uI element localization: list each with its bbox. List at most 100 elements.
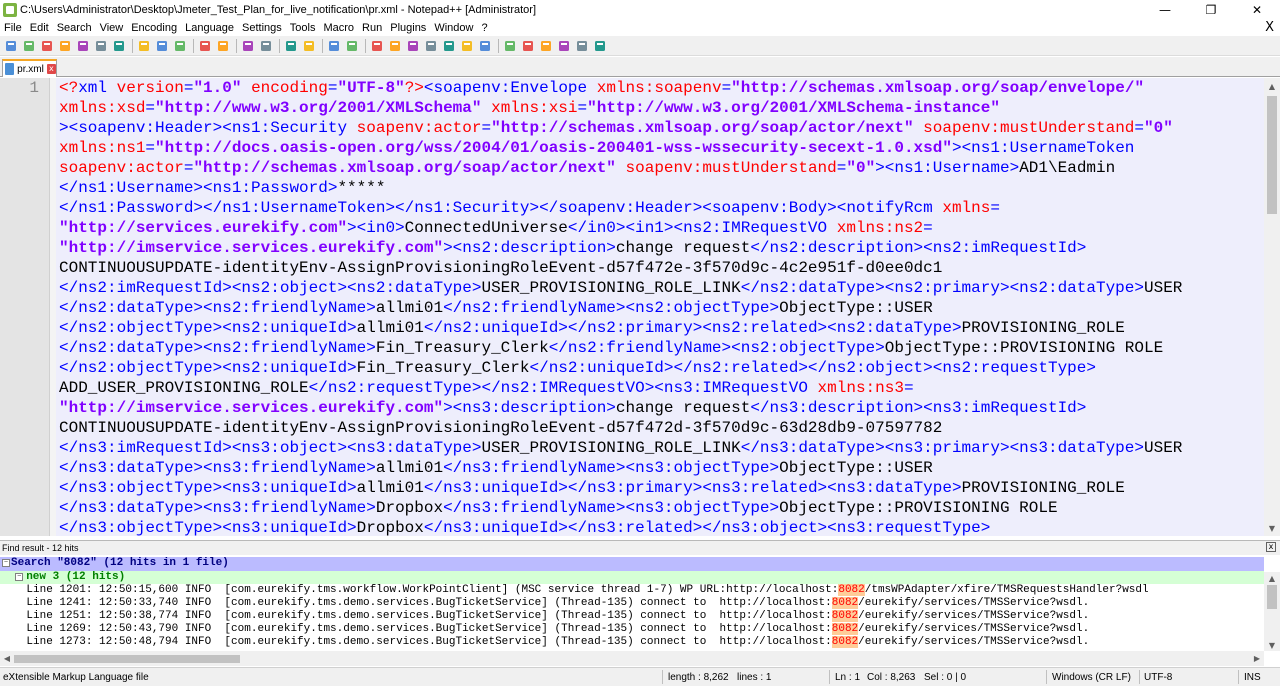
save-icon[interactable] xyxy=(39,38,55,54)
code-line[interactable]: </ns3:dataType><ns3:friendlyName>Dropbox… xyxy=(59,498,1259,518)
run-macro-multiple-icon[interactable] xyxy=(574,38,590,54)
menu-view[interactable]: View xyxy=(96,22,128,34)
collapse-icon[interactable]: − xyxy=(2,559,10,567)
code-line[interactable]: CONTINUOUSUPDATE-identityEnv-AssignProvi… xyxy=(59,258,1259,278)
new-file-icon[interactable] xyxy=(3,38,19,54)
menu-window[interactable]: Window xyxy=(430,22,477,34)
copy-icon[interactable] xyxy=(154,38,170,54)
minimize-button[interactable]: — xyxy=(1142,0,1188,19)
code-line[interactable]: "http://imservice.services.eurekify.com"… xyxy=(59,398,1259,418)
tab-close-icon[interactable]: x xyxy=(46,64,56,74)
menu-edit[interactable]: Edit xyxy=(26,22,53,34)
tab-pr-xml[interactable]: pr.xml x xyxy=(2,59,57,77)
menu-language[interactable]: Language xyxy=(181,22,238,34)
cut-icon[interactable] xyxy=(136,38,152,54)
monitor-icon[interactable] xyxy=(502,38,518,54)
code-line[interactable]: </ns3:imRequestId><ns3:object><ns3:dataT… xyxy=(59,438,1259,458)
indent-guide-icon[interactable] xyxy=(405,38,421,54)
status-eol[interactable]: Windows (CR LF) xyxy=(1052,672,1131,683)
file-summary-row[interactable]: − new 3 (12 hits) xyxy=(0,571,1264,584)
status-encoding[interactable]: UTF-8 xyxy=(1144,672,1172,683)
code-line[interactable]: </ns2:dataType><ns2:friendlyName>allmi01… xyxy=(59,298,1259,318)
open-file-icon[interactable] xyxy=(21,38,37,54)
code-line[interactable]: ADD_USER_PROVISIONING_ROLE</ns2:requestT… xyxy=(59,378,1259,398)
menu-help[interactable]: ? xyxy=(477,22,491,34)
close-document-button[interactable]: X xyxy=(1265,20,1274,35)
editor-vertical-scrollbar[interactable]: ▲ ▼ xyxy=(1264,78,1280,536)
record-macro-icon[interactable] xyxy=(520,38,536,54)
code-line[interactable]: </ns3:objectType><ns3:uniqueId>Dropbox</… xyxy=(59,518,1259,536)
menu-tools[interactable]: Tools xyxy=(286,22,320,34)
close-icon[interactable] xyxy=(75,38,91,54)
menu-macro[interactable]: Macro xyxy=(319,22,358,34)
menu-settings[interactable]: Settings xyxy=(238,22,286,34)
fold-margin[interactable] xyxy=(50,78,56,536)
find-results-close-icon[interactable]: x xyxy=(1266,542,1276,552)
code-line[interactable]: xmlns:ns1="http://docs.oasis-open.org/ws… xyxy=(59,138,1259,158)
stop-record-icon[interactable] xyxy=(538,38,554,54)
search-summary-row[interactable]: − Search "8082" (12 hits in 1 file) xyxy=(0,557,1264,571)
results-horizontal-scrollbar[interactable]: ◀ ▶ xyxy=(0,651,1264,666)
scroll-up-icon[interactable]: ▲ xyxy=(1264,78,1280,94)
function-list-icon[interactable] xyxy=(459,38,475,54)
redo-icon[interactable] xyxy=(215,38,231,54)
replace-icon[interactable] xyxy=(258,38,274,54)
menu-search[interactable]: Search xyxy=(53,22,96,34)
code-line[interactable]: <?xml version="1.0" encoding="UTF-8"?><s… xyxy=(59,78,1259,98)
code-line[interactable]: </ns2:objectType><ns2:uniqueId>allmi01</… xyxy=(59,318,1259,338)
find-hit-row[interactable]: Line 1201: 12:50:15,600 INFO [com.eureki… xyxy=(0,584,1264,597)
code-text[interactable]: <?xml version="1.0" encoding="UTF-8"?><s… xyxy=(59,78,1259,536)
code-line[interactable]: </ns2:imRequestId><ns2:object><ns2:dataT… xyxy=(59,278,1259,298)
doc-map-icon[interactable] xyxy=(441,38,457,54)
find-hit-row[interactable]: Line 1273: 12:50:48,794 INFO [com.eureki… xyxy=(0,636,1264,649)
sync-vertical-icon[interactable] xyxy=(326,38,342,54)
scroll-right-icon[interactable]: ▶ xyxy=(1250,651,1264,666)
close-window-button[interactable]: ✕ xyxy=(1234,0,1280,19)
status-mode[interactable]: INS xyxy=(1244,672,1261,683)
folder-workspace-icon[interactable] xyxy=(477,38,493,54)
scroll-up-icon[interactable]: ▲ xyxy=(1264,572,1280,584)
code-line[interactable]: </ns2:dataType><ns2:friendlyName>Fin_Tre… xyxy=(59,338,1259,358)
word-wrap-icon[interactable] xyxy=(369,38,385,54)
udl-icon[interactable] xyxy=(423,38,439,54)
menu-file[interactable]: File xyxy=(0,22,26,34)
results-vertical-scrollbar[interactable]: ▲ ▼ xyxy=(1264,572,1280,651)
scroll-thumb[interactable] xyxy=(1267,585,1277,609)
play-macro-icon[interactable] xyxy=(556,38,572,54)
undo-icon[interactable] xyxy=(197,38,213,54)
zoom-out-icon[interactable] xyxy=(301,38,317,54)
scroll-thumb[interactable] xyxy=(14,655,240,663)
code-line[interactable]: "http://imservice.services.eurekify.com"… xyxy=(59,238,1259,258)
code-line[interactable]: </ns3:objectType><ns3:uniqueId>allmi01</… xyxy=(59,478,1259,498)
editor-area[interactable]: 1 <?xml version="1.0" encoding="UTF-8"?>… xyxy=(0,78,1264,536)
menu-encoding[interactable]: Encoding xyxy=(127,22,181,34)
close-all-icon[interactable] xyxy=(93,38,109,54)
save-macro-icon[interactable] xyxy=(592,38,608,54)
find-hit-row[interactable]: Line 1251: 12:50:38,774 INFO [com.eureki… xyxy=(0,610,1264,623)
find-icon[interactable] xyxy=(240,38,256,54)
scroll-down-icon[interactable]: ▼ xyxy=(1264,520,1280,536)
code-line[interactable]: </ns2:objectType><ns2:uniqueId>Fin_Treas… xyxy=(59,358,1259,378)
sync-horizontal-icon[interactable] xyxy=(344,38,360,54)
scroll-down-icon[interactable]: ▼ xyxy=(1264,639,1280,651)
code-line[interactable]: "http://services.eurekify.com"><in0>Conn… xyxy=(59,218,1259,238)
maximize-button[interactable]: ❐ xyxy=(1188,0,1234,19)
show-all-chars-icon[interactable] xyxy=(387,38,403,54)
zoom-in-icon[interactable] xyxy=(283,38,299,54)
code-line[interactable]: CONTINUOUSUPDATE-identityEnv-AssignProvi… xyxy=(59,418,1259,438)
scroll-thumb[interactable] xyxy=(1267,96,1277,214)
paste-icon[interactable] xyxy=(172,38,188,54)
find-hit-row[interactable]: Line 1241: 12:50:33,740 INFO [com.eureki… xyxy=(0,597,1264,610)
collapse-icon[interactable]: − xyxy=(15,573,24,581)
scroll-left-icon[interactable]: ◀ xyxy=(0,651,14,666)
code-line[interactable]: </ns1:Password></ns1:UsernameToken></ns1… xyxy=(59,198,1259,218)
code-line[interactable]: </ns3:dataType><ns3:friendlyName>allmi01… xyxy=(59,458,1259,478)
menu-plugins[interactable]: Plugins xyxy=(386,22,430,34)
find-hit-row[interactable]: Line 1269: 12:50:43,790 INFO [com.eureki… xyxy=(0,623,1264,636)
code-line[interactable]: </ns1:Username><ns1:Password>***** xyxy=(59,178,1259,198)
menu-run[interactable]: Run xyxy=(358,22,386,34)
save-all-icon[interactable] xyxy=(57,38,73,54)
code-line[interactable]: soapenv:actor="http://schemas.xmlsoap.or… xyxy=(59,158,1259,178)
print-icon[interactable] xyxy=(111,38,127,54)
find-results-panel[interactable]: − Search "8082" (12 hits in 1 file) − new … xyxy=(0,557,1264,651)
